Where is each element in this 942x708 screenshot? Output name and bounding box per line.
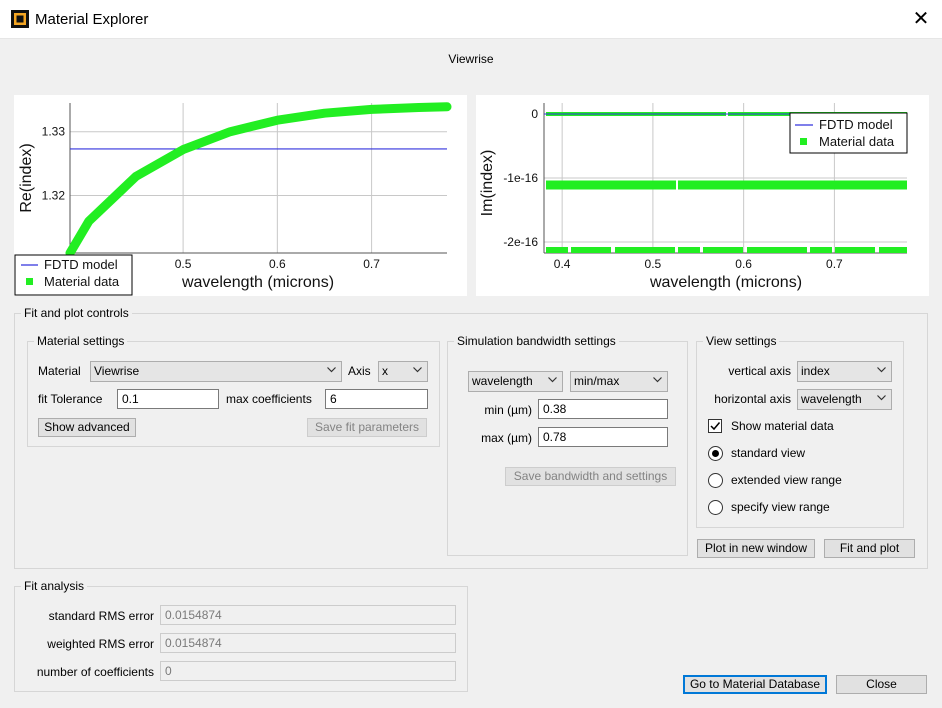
legend-data-swatch [800,138,807,145]
material-dropdown-value: Viewrise [94,364,140,378]
legend-data-swatch [26,278,33,285]
material-label: Material [38,364,81,378]
view-settings-legend: View settings [706,334,777,348]
x-tick-label: 0.4 [554,257,571,271]
x-tick-label: 0.7 [826,257,843,271]
show-advanced-button[interactable]: Show advanced [38,418,136,437]
max-coefficients-input[interactable]: 6 [325,389,428,409]
x-axis-label: wavelength (microns) [181,274,334,291]
go-to-material-database-button[interactable]: Go to Material Database [683,675,827,694]
y-tick-label: -1e-16 [503,171,538,185]
app-icon [11,10,29,28]
radio-selected-dot [712,450,719,457]
window-title: Material Explorer [35,11,149,28]
legend-model-label: FDTD model [819,117,893,132]
fit-tolerance-label: fit Tolerance [38,392,103,406]
show-material-data-checkbox[interactable] [708,419,722,433]
extended-view-radio[interactable] [708,473,723,488]
bandwidth-unit-dropdown[interactable]: wavelength [468,371,563,392]
material-dropdown[interactable]: Viewrise [90,361,342,382]
legend-data-label: Material data [819,134,895,149]
standard-rms-field: 0.0154874 [160,605,456,625]
close-icon[interactable]: ✕ [910,7,932,29]
fit-and-plot-button[interactable]: Fit and plot [824,539,915,558]
min-wavelength-label: min (µm) [484,403,532,417]
y-tick-label: -2e-16 [503,235,538,249]
weighted-rms-label: weighted RMS error [47,637,154,651]
bandwidth-range-mode-value: min/max [574,374,620,388]
close-button[interactable]: Close [836,675,927,694]
y-tick-label: 0 [531,107,538,121]
extended-view-label: extended view range [731,473,842,487]
standard-view-radio[interactable] [708,446,723,461]
x-tick-label: 0.7 [363,257,380,271]
y-axis-label: Im(index) [479,150,496,217]
bandwidth-unit-value: wavelength [472,374,533,388]
fit-analysis-legend: Fit analysis [24,579,85,593]
max-wavelength-input[interactable]: 0.78 [538,427,668,447]
save-bandwidth-button[interactable]: Save bandwidth and settings [505,467,676,486]
vertical-axis-value: index [801,364,830,378]
save-fit-parameters-button[interactable]: Save fit parameters [307,418,427,437]
horizontal-axis-value: wavelength [801,392,862,406]
x-tick-label: 0.5 [645,257,662,271]
standard-view-label: standard view [731,446,806,460]
max-wavelength-label: max (µm) [481,431,532,445]
min-wavelength-input[interactable]: 0.38 [538,399,668,419]
fit-tolerance-input[interactable]: 0.1 [117,389,219,409]
im-index-chart: 0.4 0.5 0.6 0.7 0 -1e-16 -2e-16 wavelength (mic… [476,95,929,296]
vertical-axis-label: vertical axis [728,364,791,378]
chevron-down-icon [327,367,336,373]
axis-dropdown-value: x [382,364,388,378]
material-data-curve [65,102,452,258]
plot-new-window-button[interactable]: Plot in new window [697,539,815,558]
specify-view-label: specify view range [731,500,830,514]
chevron-down-icon [548,377,557,383]
specify-view-radio[interactable] [708,500,723,515]
y-axis-label: Re(index) [18,143,35,212]
x-tick-label: 0.6 [735,257,752,271]
x-tick-label: 0.6 [269,257,286,271]
fit-plot-controls-legend: Fit and plot controls [24,306,129,320]
standard-rms-label: standard RMS error [48,609,154,623]
y-tick-label: 1.32 [42,189,66,203]
plot-title: Viewrise [448,52,494,66]
x-tick-label: 0.5 [175,257,192,271]
chevron-down-icon [413,367,422,373]
legend-data-label: Material data [44,274,120,289]
checkmark-icon [710,422,721,431]
y-tick-label: 1.33 [42,125,66,139]
horizontal-axis-dropdown[interactable]: wavelength [797,389,892,410]
vertical-axis-dropdown[interactable]: index [797,361,892,382]
axis-label: Axis [348,364,371,378]
simulation-bandwidth-legend: Simulation bandwidth settings [457,334,616,348]
horizontal-axis-label: horizontal axis [714,392,791,406]
weighted-rms-field: 0.0154874 [160,633,456,653]
material-settings-legend: Material settings [37,334,125,348]
max-coefficients-label: max coefficients [226,392,312,406]
x-axis-label: wavelength (microns) [649,274,802,291]
legend-model-label: FDTD model [44,257,118,272]
axis-dropdown[interactable]: x [378,361,428,382]
chevron-down-icon [653,377,662,383]
re-index-chart: 0.5 0.6 0.7 1.32 1.33 wavelength (microns) Re(… [14,95,467,296]
chevron-down-icon [877,367,886,373]
number-of-coefficients-label: number of coefficients [36,665,154,679]
show-material-data-label: Show material data [731,419,834,433]
bandwidth-range-mode-dropdown[interactable]: min/max [570,371,668,392]
number-of-coefficients-field: 0 [160,661,456,681]
chevron-down-icon [877,395,886,401]
